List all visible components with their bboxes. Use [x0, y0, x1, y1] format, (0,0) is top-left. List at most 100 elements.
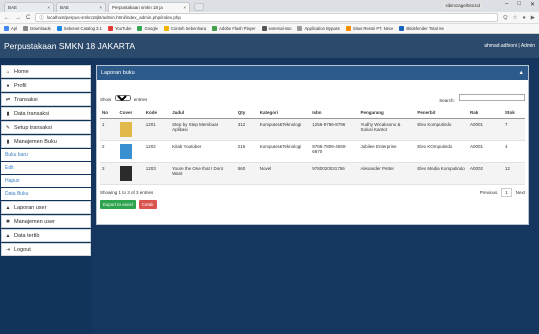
- url-input[interactable]: ⓘ localhost/perpus-smkn18jkt/admin.html/…: [35, 13, 499, 22]
- bookmark-item[interactable]: external-sso: [261, 26, 291, 31]
- cell-rak: A0001: [467, 118, 504, 141]
- column-header[interactable]: No: [100, 107, 118, 119]
- sidebar: ⌂ Home ● Profil ⇄ Transaksi ▮ Data transaksi ✎ Se…: [0, 58, 92, 334]
- export-excel-button[interactable]: Export to excel: [100, 200, 136, 209]
- tab-label: Perpustakaan smkn 18 ja: [112, 5, 163, 10]
- bookmark-item[interactable]: Bitdefender Total Se: [399, 26, 444, 31]
- table-header-row: No Cover Kode Judul Qty Kategori Isbn Pengarang…: [100, 107, 525, 119]
- sidebar-item-laporan-user[interactable]: ▲ Laporan user: [1, 201, 91, 214]
- bookmark-icon: [56, 26, 62, 31]
- sidebar-subitem[interactable]: Hapus: [1, 175, 91, 187]
- column-header[interactable]: Kode: [143, 107, 171, 119]
- sidebar-item-label: Transaksi: [14, 96, 38, 103]
- report-panel: Laporan buku ▲ Show 10 entries Search: N…: [96, 65, 529, 225]
- cell-stok: 7: [503, 118, 525, 141]
- sidebar-item-label: Home: [14, 68, 29, 75]
- tab-label: BAE: [60, 5, 70, 10]
- warning-icon: ▲: [5, 232, 11, 239]
- bookmark-item[interactable]: Contoh Sebenhara: [163, 26, 206, 31]
- extension-icon[interactable]: ▶: [531, 15, 535, 21]
- zoom-icon[interactable]: Q: [503, 15, 507, 21]
- close-window-icon[interactable]: ✕: [530, 1, 535, 8]
- bookmark-item[interactable]: YouTube: [107, 26, 131, 31]
- table-row: 3 1203 Youre the One that I Dont Want 560 No…: [100, 162, 525, 185]
- sidebar-item-transaksi[interactable]: ⇄ Transaksi: [1, 93, 91, 106]
- extension-icon[interactable]: ●: [522, 15, 525, 21]
- collapse-icon[interactable]: ▲: [519, 70, 524, 76]
- book-cover-image: [119, 166, 132, 181]
- page-button[interactable]: 1: [501, 188, 512, 197]
- cell-isbn: 1256-8796-8796: [310, 118, 359, 141]
- bookmark-item[interactable]: Application Bypass: [297, 26, 340, 31]
- sidebar-item-manajemen-user[interactable]: ✱ Manajemen user: [1, 215, 91, 228]
- bookmark-label: Bitdefender Total Se: [406, 26, 444, 31]
- column-header[interactable]: Kategori: [257, 107, 311, 119]
- sidebar-subitem[interactable]: Buku baru: [1, 149, 91, 161]
- sidebar-item-logout[interactable]: ⇥ Logout: [1, 243, 91, 256]
- cell-no: 3: [100, 162, 118, 185]
- home-icon: ⌂: [6, 68, 10, 75]
- next-button[interactable]: Next: [516, 190, 525, 195]
- browser-tab-2[interactable]: BAE ×: [56, 2, 106, 12]
- maximize-icon[interactable]: □: [517, 1, 521, 8]
- previous-button[interactable]: Previous: [480, 190, 498, 195]
- entries-select[interactable]: 10: [114, 95, 131, 101]
- browser-tab-3[interactable]: Perpustakaan smkn 18 ja ×: [108, 2, 190, 12]
- bookmark-icon: [137, 26, 143, 31]
- column-header[interactable]: Rak: [467, 107, 504, 119]
- cell-penerbit: Elex Media Komputindo: [415, 162, 468, 185]
- sidebar-item-profil[interactable]: ● Profil: [1, 79, 91, 92]
- cell-stok: 4: [503, 140, 525, 163]
- sidebar-item-label: Manajemen Buku: [14, 138, 57, 145]
- close-icon[interactable]: ×: [183, 5, 186, 10]
- app-title[interactable]: Perpustakaan SMKN 18 JAKARTA: [4, 41, 135, 51]
- cover-cell: [117, 162, 144, 185]
- toolbar-icons: Q ☆ ● ▶: [503, 15, 535, 21]
- close-icon[interactable]: ×: [99, 5, 102, 10]
- bookmark-item[interactable]: Sebenet Catalog 3.1: [56, 26, 102, 31]
- sidebar-subitem[interactable]: Edit: [1, 162, 91, 174]
- sidebar-item-home[interactable]: ⌂ Home: [1, 65, 91, 78]
- bookmark-item[interactable]: Apl: [4, 26, 17, 31]
- cell-penerbit: Elex Komputindo: [415, 118, 468, 141]
- column-header[interactable]: Pengarang: [358, 107, 416, 119]
- books-table: No Cover Kode Judul Qty Kategori Isbn Pengarang…: [100, 107, 525, 185]
- sidebar-subitem[interactable]: Data Buku: [1, 188, 91, 200]
- bookmark-item[interactable]: Downloads: [23, 26, 51, 31]
- browser-tabbar: BAE × BAE × Perpustakaan smkn 18 ja × si…: [0, 0, 539, 12]
- bookmark-star-icon[interactable]: ☆: [513, 15, 518, 21]
- sidebar-item-data-transaksi[interactable]: ▮ Data transaksi: [1, 107, 91, 120]
- cell-qty: 216: [235, 140, 258, 163]
- forward-icon[interactable]: →: [15, 15, 21, 21]
- print-button[interactable]: Cetak: [138, 200, 157, 209]
- profile-label[interactable]: sibimzage/bimzid: [442, 2, 483, 9]
- sidebar-item-manajemen-buku[interactable]: ▮ Manajemen Buku: [1, 135, 91, 148]
- sidebar-item-setup-transaksi[interactable]: ✎ Setup transaksi: [1, 121, 91, 134]
- cell-judul: Youre the One that I Dont Want: [170, 162, 236, 185]
- column-header[interactable]: Penerbit: [415, 107, 468, 119]
- sidebar-item-label: Data transaksi: [14, 110, 50, 117]
- bookmark-item[interactable]: Google: [137, 26, 158, 31]
- column-header[interactable]: Cover: [117, 107, 144, 119]
- column-header[interactable]: Qty: [235, 107, 258, 119]
- reload-icon[interactable]: C: [26, 15, 30, 21]
- minimize-icon[interactable]: –: [505, 1, 508, 8]
- close-icon[interactable]: ×: [47, 5, 50, 10]
- back-icon[interactable]: ←: [4, 15, 10, 21]
- column-header[interactable]: Stok: [503, 107, 525, 119]
- bookmark-icon: [23, 26, 29, 31]
- column-header[interactable]: Isbn: [310, 107, 359, 119]
- cell-rak: A0002: [467, 162, 504, 185]
- bookmark-item[interactable]: Adobe Flash Player: [212, 26, 256, 31]
- new-tab-button[interactable]: [194, 3, 204, 11]
- app-body: ⌂ Home ● Profil ⇄ Transaksi ▮ Data transaksi ✎ Se…: [0, 58, 539, 334]
- column-header[interactable]: Judul: [170, 107, 236, 119]
- user-menu[interactable]: ahmad.adhioni | Admin: [484, 43, 535, 49]
- browser-tab-1[interactable]: BAE ×: [4, 2, 54, 12]
- book-icon: ▮: [6, 138, 10, 145]
- bookmark-item[interactable]: Situs Resmi PT. Nece: [345, 26, 393, 31]
- search-input[interactable]: [459, 94, 525, 101]
- panel-title: Laporan buku: [101, 70, 135, 76]
- sidebar-item-data-tertib[interactable]: ▲ Data tertib: [1, 229, 91, 242]
- bookmarks-bar: Apl Downloads Sebenet Catalog 3.1 YouTube Go…: [0, 24, 539, 34]
